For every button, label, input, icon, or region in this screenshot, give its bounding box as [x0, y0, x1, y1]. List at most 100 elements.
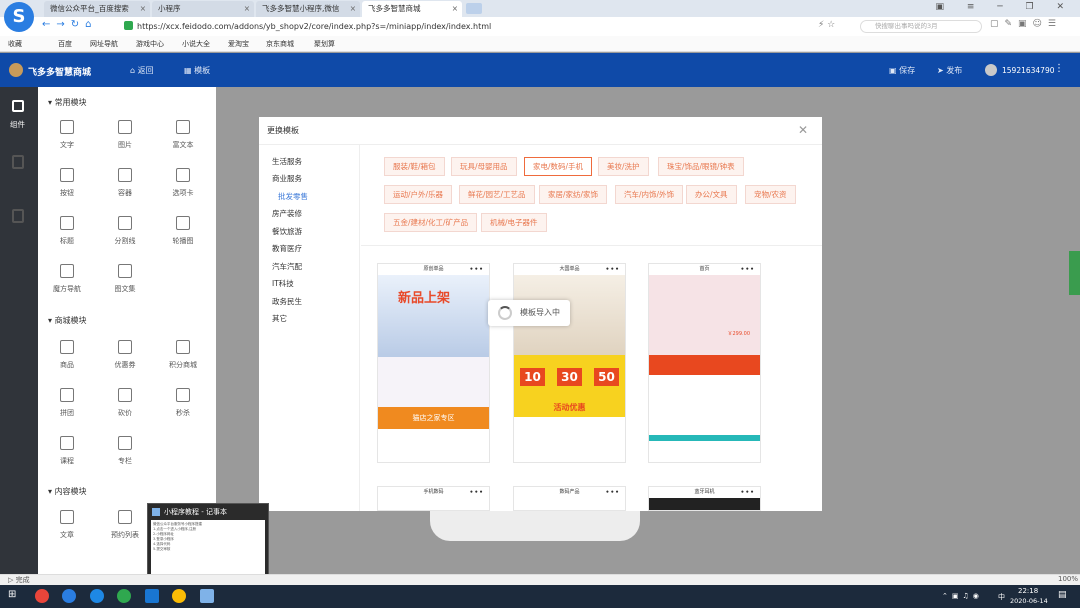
bookmark-item[interactable]: 游戏中心 [136, 39, 164, 49]
component-item[interactable]: 文章 [38, 502, 96, 550]
chrome-alt-icon[interactable] [172, 589, 186, 603]
category-item[interactable]: 餐饮旅游 [272, 226, 302, 237]
tag-chip-selected[interactable]: 家电/数码/手机 [524, 157, 593, 176]
category-item[interactable]: 其它 [272, 313, 287, 324]
component-item[interactable]: 标题 [38, 208, 96, 256]
online-service-tab[interactable] [1069, 251, 1080, 295]
chrome-icon[interactable] [35, 589, 49, 603]
component-item[interactable]: 文字 [38, 112, 96, 160]
edge-icon[interactable] [90, 589, 104, 603]
template-card[interactable]: 大国单品 ••• 10 30 50 活动优惠 [513, 263, 626, 463]
category-item-active[interactable]: 批发零售 [278, 191, 308, 202]
component-item[interactable]: 容器 [96, 160, 154, 208]
search-input[interactable]: 快搜聊出事吗说的3月 [860, 20, 982, 33]
component-item[interactable]: 砍价 [96, 380, 154, 428]
category-item[interactable]: 政务民生 [272, 296, 302, 307]
component-item[interactable]: 按钮 [38, 160, 96, 208]
category-item[interactable]: 生活服务 [272, 156, 302, 167]
browser-logo[interactable]: S [4, 2, 34, 32]
tag-chip[interactable]: 运动/户外/乐器 [384, 185, 453, 204]
close-icon[interactable]: × [452, 1, 458, 17]
component-item[interactable]: 分割线 [96, 208, 154, 256]
tag-chip[interactable]: 鲜花/园艺/工艺品 [459, 185, 535, 204]
sogou-browser-icon[interactable] [62, 589, 76, 603]
template-card[interactable]: 数码产品 ••• [513, 486, 626, 511]
style-icon[interactable] [12, 209, 24, 223]
extension-icons[interactable]: ▢✎▣☺☰ [990, 19, 1062, 29]
category-item[interactable]: 商业服务 [272, 173, 302, 184]
save-button[interactable]: ▣ 保存 [889, 65, 915, 76]
nav-buttons[interactable]: ←→↻⌂ [42, 19, 97, 30]
bookmark-item[interactable]: 京东商城 [266, 39, 294, 49]
clock-time[interactable]: 22:18 [1018, 587, 1038, 595]
browser-tab-active[interactable]: 飞多多智慧商城 × [362, 1, 462, 17]
bookmark-item[interactable]: 聚划算 [314, 39, 335, 49]
window-controls[interactable]: ▣ ≡ ─ ❐ ✕ [935, 2, 1074, 12]
component-item[interactable]: 课程 [38, 428, 96, 476]
star-icon[interactable]: ⚡ ☆ [818, 20, 835, 30]
component-item[interactable]: 富文本 [154, 112, 212, 160]
category-item[interactable]: 房产装修 [272, 208, 302, 219]
tray-icons[interactable]: ⌃▣♫◉ [942, 592, 983, 600]
browser-tab[interactable]: 飞多多智慧小程序,微信 × [256, 1, 360, 17]
tag-chip[interactable]: 宠物/农资 [745, 185, 796, 204]
store-icon[interactable] [145, 589, 159, 603]
component-item[interactable]: 预约列表 [96, 502, 154, 550]
browser-tab[interactable]: 小程序 × [152, 1, 254, 17]
page-icon[interactable] [12, 155, 24, 169]
category-item[interactable]: 汽车汽配 [272, 261, 302, 272]
more-icon[interactable]: ⋮ [1054, 63, 1064, 74]
tag-chip[interactable]: 办公/文具 [686, 185, 737, 204]
component-item[interactable]: 积分商城 [154, 332, 212, 380]
component-item[interactable]: 魔方导航 [38, 256, 96, 304]
component-item[interactable]: 专栏 [96, 428, 154, 476]
url-field[interactable]: https://xcx.feidodo.com/addons/yb_shopv2… [137, 19, 827, 34]
close-icon[interactable]: ✕ [798, 123, 808, 137]
browser-tab[interactable]: 微信公众平台_百度搜索 × [44, 1, 150, 17]
wechat-icon[interactable] [117, 589, 131, 603]
nav-back-button[interactable]: ⌂ 返回 [130, 65, 154, 76]
template-card[interactable]: 首页 ••• ￥299.00 [648, 263, 761, 463]
tag-chip[interactable]: 机械/电子器件 [481, 213, 547, 232]
sidebar-item-components[interactable]: 组件 [10, 119, 25, 130]
ime-indicator[interactable]: 中 [998, 592, 1005, 602]
bookmark-item[interactable]: 收藏 [8, 39, 22, 49]
new-tab-button[interactable] [466, 3, 482, 14]
component-item[interactable]: 图片 [96, 112, 154, 160]
component-icon[interactable] [12, 100, 24, 112]
component-item[interactable]: 轮播图 [154, 208, 212, 256]
component-item[interactable]: 商品 [38, 332, 96, 380]
template-card[interactable]: 手机数码 ••• [377, 486, 490, 511]
template-card[interactable]: 原创单品 ••• 新品上架 猫店之家专区 [377, 263, 490, 463]
component-item[interactable]: 选项卡 [154, 160, 212, 208]
tag-chip[interactable]: 美妆/洗护 [598, 157, 649, 176]
bookmark-item[interactable]: 百度 [58, 39, 72, 49]
category-item[interactable]: IT科技 [272, 278, 294, 289]
close-icon[interactable]: × [140, 1, 146, 17]
tag-chip[interactable]: 汽车/内饰/外饰 [615, 185, 684, 204]
component-item[interactable]: 拼团 [38, 380, 96, 428]
clock-date[interactable]: 2020-06-14 [1010, 597, 1048, 605]
close-icon[interactable]: × [244, 1, 250, 17]
tag-chip[interactable]: 玩具/母婴用品 [451, 157, 517, 176]
component-item[interactable]: 秒杀 [154, 380, 212, 428]
component-item[interactable]: 优惠券 [96, 332, 154, 380]
close-icon[interactable]: × [350, 1, 356, 17]
tag-chip[interactable]: 服装/鞋/箱包 [384, 157, 445, 176]
bookmark-item[interactable]: 网址导航 [90, 39, 118, 49]
bookmark-item[interactable]: 爱淘宝 [228, 39, 249, 49]
tag-chip[interactable]: 珠宝/饰品/眼镜/钟表 [658, 157, 744, 176]
tag-chip[interactable]: 五金/建材/化工/矿产品 [384, 213, 478, 232]
category-item[interactable]: 教育医疗 [272, 243, 302, 254]
tag-chip[interactable]: 家居/家纺/家饰 [539, 185, 608, 204]
template-card[interactable]: 蓝牙耳机 ••• [648, 486, 761, 511]
notepad-task-icon[interactable] [200, 589, 214, 603]
nav-template-button[interactable]: ▦ 模板 [184, 65, 210, 76]
windows-start-icon[interactable]: ⊞ [8, 589, 16, 600]
notification-icon[interactable]: ▤ [1058, 590, 1067, 600]
component-item[interactable]: 图文集 [96, 256, 154, 304]
publish-button[interactable]: ➤ 发布 [937, 65, 962, 76]
avatar[interactable] [985, 64, 997, 76]
bookmark-item[interactable]: 小说大全 [182, 39, 210, 49]
zoom-level[interactable]: 100% [1058, 575, 1078, 583]
